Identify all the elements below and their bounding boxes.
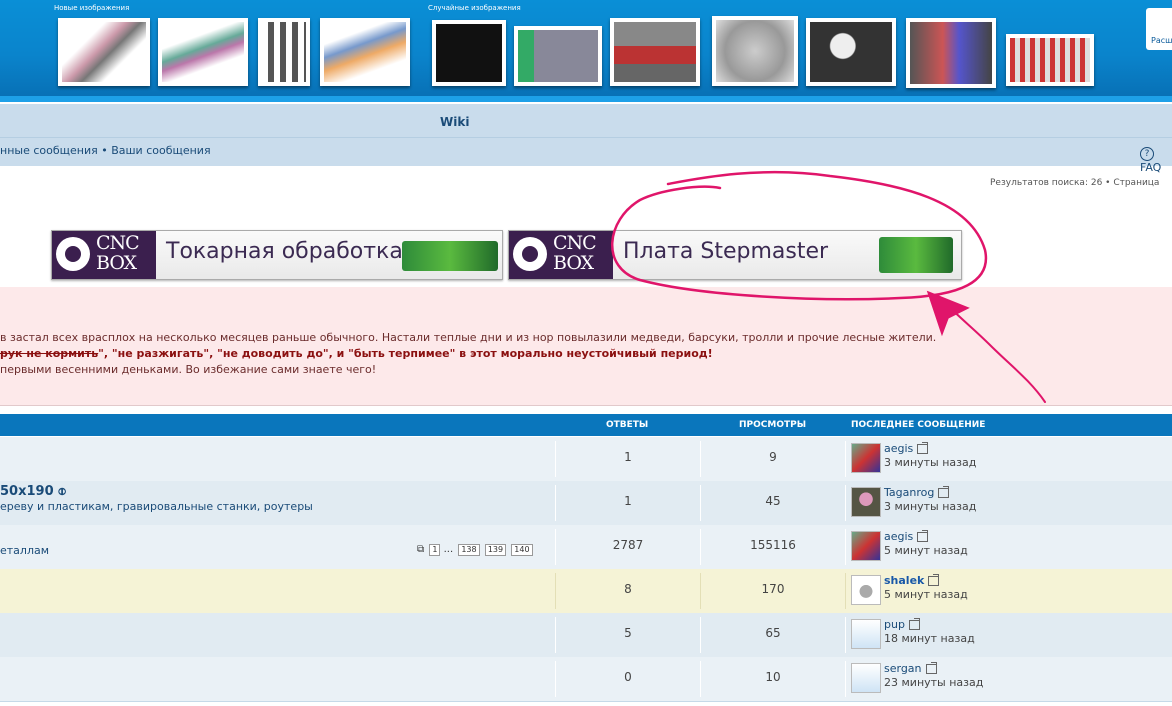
forum-name[interactable]: еталлам: [0, 544, 49, 557]
thumbnail-4[interactable]: [320, 18, 410, 86]
banner-text: Токарная обработка: [166, 239, 403, 264]
col-replies: ОТВЕТЫ: [606, 420, 649, 430]
view-count: 155116: [750, 538, 796, 552]
help-icon: ?: [1140, 147, 1154, 161]
last-poster[interactable]: pup: [884, 618, 920, 631]
search-results-count: Результатов поиска: 26 • Страница: [990, 178, 1160, 188]
last-post-time: 18 минут назад: [884, 632, 975, 645]
banner-turning[interactable]: CNC BOX Токарная обработка: [51, 230, 503, 280]
site-header: Новые изображения Случайные изображения …: [0, 0, 1172, 102]
forum-name[interactable]: ереву и пластикам, гравировальные станки…: [0, 500, 313, 513]
goto-post-icon[interactable]: [938, 486, 950, 498]
col-views: ПРОСМОТРЫ: [739, 420, 807, 430]
table-row[interactable]: 0 10 sergan 23 минуты назад: [0, 657, 1172, 702]
pagination: ⧉ 1 ... 138 139 140: [417, 544, 533, 556]
last-poster[interactable]: aegis: [884, 442, 929, 455]
thumbnail-10[interactable]: [906, 18, 996, 88]
topic-table-header: ОТВЕТЫ ПРОСМОТРЫ ПОСЛЕДНЕЕ СООБЩЕНИЕ: [0, 414, 1172, 436]
announcement-line-3: первыми весенними деньками. Во избежание…: [0, 363, 377, 376]
avatar-default[interactable]: [851, 663, 881, 693]
thumbnail-5[interactable]: [432, 20, 506, 86]
reply-count: 8: [624, 582, 632, 596]
lathe-image: [402, 241, 498, 271]
last-poster[interactable]: Taganrog: [884, 486, 950, 499]
thumbnail-11[interactable]: [1006, 34, 1094, 86]
announcement-line-2: рук не кормить", "не разжигать", "не дов…: [0, 347, 713, 360]
view-count: 65: [765, 626, 781, 640]
table-row[interactable]: 8 170 shalek 5 минут назад: [0, 569, 1172, 614]
nav-wiki-link[interactable]: Wiki: [440, 115, 469, 129]
breadcrumb-bar: нные сообщения • Ваши сообщения ? FAQ: [0, 138, 1172, 174]
avatar-default[interactable]: [851, 619, 881, 649]
new-images-label: Новые изображения: [54, 4, 130, 12]
last-post-time: 5 минут назад: [884, 588, 968, 601]
multipage-icon: ⧉: [417, 544, 425, 555]
topic-title[interactable]: 50x190 ⦷: [0, 484, 66, 499]
header-highlight: [0, 96, 1172, 102]
reply-count: 1: [624, 450, 632, 464]
board-image: [879, 237, 953, 273]
last-poster[interactable]: sergan: [884, 662, 937, 675]
banner-text: Плата Stepmaster: [623, 239, 829, 264]
view-count: 45: [765, 494, 781, 508]
avatar[interactable]: [851, 443, 881, 473]
reply-count: 5: [624, 626, 632, 640]
last-poster[interactable]: shalek: [884, 574, 940, 587]
avatar[interactable]: [851, 487, 881, 517]
view-count: 170: [761, 582, 785, 596]
thumbnail-6[interactable]: [514, 26, 602, 86]
reply-count: 0: [624, 670, 632, 684]
reply-count: 1: [624, 494, 632, 508]
brand-text: CNC BOX: [96, 232, 140, 274]
cncbox-logo: CNC BOX: [52, 231, 156, 279]
attachment-icon: ⦷: [58, 487, 67, 498]
last-post-time: 3 минуты назад: [884, 500, 977, 513]
side-panel[interactable]: Расш: [1146, 8, 1172, 50]
avatar[interactable]: [851, 575, 881, 605]
main-navbar: Wiki: [0, 104, 1172, 138]
table-row[interactable]: еталлам ⧉ 1 ... 138 139 140 2787 155116 …: [0, 525, 1172, 570]
announcement-box: в застал всех врасплох на несколько меся…: [0, 287, 1172, 406]
gear-icon: [513, 237, 547, 271]
banner-stepmaster[interactable]: CNC BOX Плата Stepmaster: [508, 230, 962, 280]
goto-post-icon[interactable]: [925, 662, 937, 674]
thumbnail-1[interactable]: [58, 18, 150, 86]
last-post-time: 5 минут назад: [884, 544, 968, 557]
thumbnail-8[interactable]: [712, 16, 798, 86]
goto-post-icon[interactable]: [917, 530, 929, 542]
side-panel-text: Расш: [1151, 36, 1172, 45]
table-row[interactable]: 5 65 pup 18 минут назад: [0, 613, 1172, 658]
faq-label: FAQ: [1140, 161, 1162, 174]
page-link[interactable]: 1: [429, 544, 441, 556]
avatar[interactable]: [851, 531, 881, 561]
last-poster[interactable]: aegis: [884, 530, 929, 543]
thumbnail-7[interactable]: [610, 18, 700, 86]
col-last-post: ПОСЛЕДНЕЕ СООБЩЕНИЕ: [851, 420, 986, 430]
goto-post-icon[interactable]: [917, 442, 929, 454]
view-count: 10: [765, 670, 781, 684]
page-ellipsis: ...: [443, 544, 454, 555]
thumbnail-2[interactable]: [158, 18, 248, 86]
page-link[interactable]: 140: [511, 544, 533, 556]
reply-count: 2787: [612, 538, 644, 552]
gear-icon: [56, 237, 90, 271]
cncbox-logo: CNC BOX: [509, 231, 613, 279]
table-row[interactable]: 50x190 ⦷ ереву и пластикам, гравировальн…: [0, 481, 1172, 526]
thumbnail-9[interactable]: [806, 18, 896, 86]
page-link[interactable]: 139: [484, 544, 507, 556]
page-link[interactable]: 138: [458, 544, 480, 556]
last-post-time: 23 минуты назад: [884, 676, 984, 689]
last-post-time: 3 минуты назад: [884, 456, 977, 469]
goto-post-icon[interactable]: [908, 618, 920, 630]
table-row[interactable]: 1 9 aegis 3 минуты назад: [0, 437, 1172, 482]
goto-post-icon[interactable]: [928, 574, 940, 586]
breadcrumb[interactable]: нные сообщения • Ваши сообщения: [0, 144, 211, 157]
view-count: 9: [769, 450, 777, 464]
thumbnail-3[interactable]: [258, 18, 310, 86]
faq-link[interactable]: ? FAQ: [1140, 144, 1172, 174]
random-images-label: Случайные изображения: [428, 4, 521, 12]
brand-text: CNC BOX: [553, 232, 597, 274]
announcement-line-1: в застал всех врасплох на несколько меся…: [0, 331, 937, 344]
